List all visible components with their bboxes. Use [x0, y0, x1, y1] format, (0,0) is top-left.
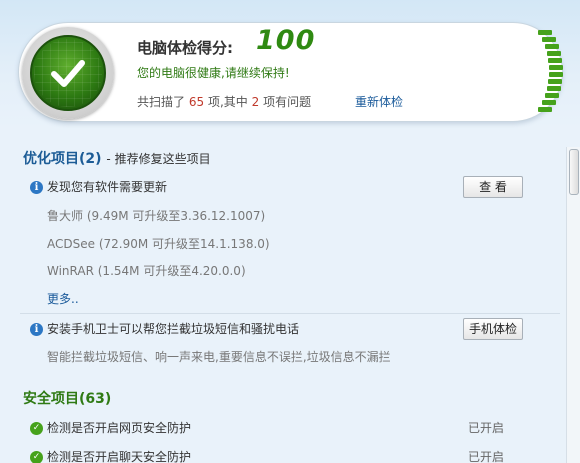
- security-section-title: 安全项目(63): [23, 391, 112, 407]
- software-update-row: i 发现您有软件需要更新: [30, 178, 167, 195]
- scan-summary: 共扫描了 65 项,其中 2 项有问题: [137, 93, 311, 110]
- phone-guard-description: 智能拦截垃圾短信、响一声来电,重要信息不误拦,垃圾信息不漏拦: [47, 350, 391, 364]
- recheck-link[interactable]: 重新体检: [355, 93, 403, 110]
- update-item: ACDSee (72.90M 可升级至14.1.138.0): [47, 237, 270, 251]
- optimize-title: 优化项目(2): [23, 151, 102, 167]
- divider: [20, 313, 560, 314]
- score-badge: [22, 27, 114, 119]
- summary-middle: 项,其中: [207, 95, 248, 109]
- phone-guard-label: 安装手机卫士可以帮您拦截垃圾短信和骚扰电话: [47, 322, 300, 336]
- ok-check-icon: ✓: [30, 451, 43, 463]
- more-updates-link[interactable]: 更多..: [47, 290, 79, 307]
- security-item-status: 已开启: [468, 421, 505, 435]
- vertical-scrollbar[interactable]: [566, 147, 580, 463]
- score-progress-arc: [512, 22, 566, 122]
- scrollbar-thumb[interactable]: [569, 149, 579, 195]
- score-value: 100: [256, 25, 316, 56]
- info-icon: i: [30, 181, 43, 194]
- security-item: ✓ 检测是否开启网页安全防护: [30, 419, 191, 436]
- security-item: ✓ 检测是否开启聊天安全防护: [30, 448, 191, 463]
- security-item-label: 检测是否开启聊天安全防护: [47, 450, 192, 463]
- summary-prefix: 共扫描了: [137, 95, 186, 109]
- score-label: 电脑体检得分:: [137, 39, 233, 57]
- software-update-label: 发现您有软件需要更新: [47, 180, 168, 194]
- security-item-label: 检测是否开启网页安全防护: [47, 421, 192, 435]
- update-item: WinRAR (1.54M 可升级至4.20.0.0): [47, 264, 246, 278]
- check-mark-icon: [51, 60, 85, 87]
- view-updates-button[interactable]: 查 看: [463, 176, 523, 198]
- problem-count: 2: [251, 95, 260, 109]
- summary-suffix: 项有问题: [263, 95, 312, 109]
- health-message: 您的电脑很健康,请继续保持!: [137, 66, 290, 80]
- phone-check-button[interactable]: 手机体检: [463, 318, 523, 340]
- info-icon: i: [30, 323, 43, 336]
- optimize-subtitle: - 推荐修复这些项目: [106, 152, 211, 166]
- ok-check-icon: ✓: [30, 422, 43, 435]
- scanned-count: 65: [188, 95, 205, 109]
- security-item-status: 已开启: [468, 450, 505, 463]
- score-badge-face: [30, 35, 106, 111]
- update-item: 鲁大师 (9.49M 可升级至3.36.12.1007): [47, 209, 266, 223]
- phone-guard-row: i 安装手机卫士可以帮您拦截垃圾短信和骚扰电话: [30, 320, 299, 337]
- optimize-section-title: 优化项目(2) - 推荐修复这些项目: [23, 148, 211, 168]
- results-panel: 优化项目(2) - 推荐修复这些项目 i 发现您有软件需要更新 查 看 鲁大师 (…: [0, 132, 566, 463]
